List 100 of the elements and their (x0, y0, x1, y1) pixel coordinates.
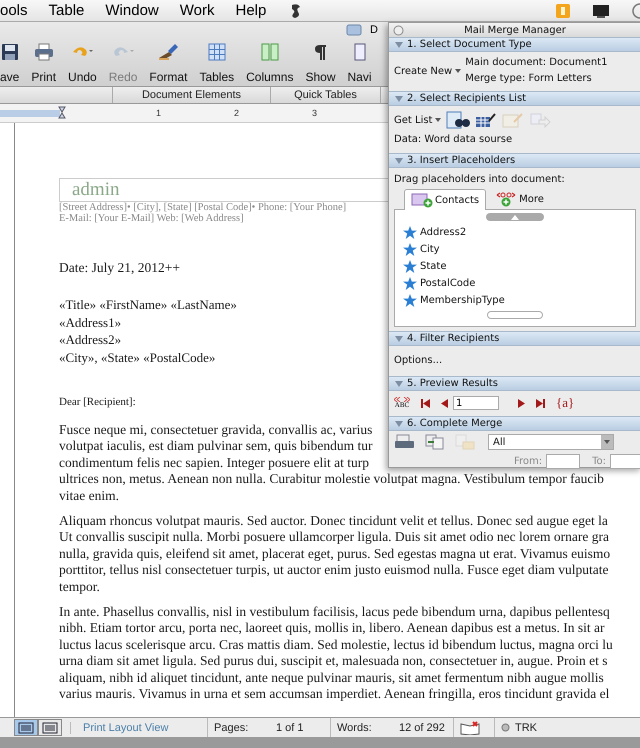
view-button[interactable] (38, 719, 62, 736)
merge-range-dropdown[interactable]: All (488, 434, 614, 450)
edit-sheet-icon (502, 112, 524, 128)
close-icon[interactable] (393, 24, 404, 36)
body-text-line: nibh. Etiam tortor arcu, porta nec, laoreet quis, mollis in, libero. Aenean dapibus est a metus. In sit ar (59, 620, 604, 637)
section-header[interactable]: 2. Select Recipients List (389, 91, 640, 106)
body-text-line: aliquam, nibh id aliquet tincidunt, ante neque pulvinar mauris, sit amet fermentum nibh augue mollis (59, 670, 604, 686)
body-text-line: volutpat iaculis, est diam pulvinar sem, quis bibendum tur (59, 438, 372, 455)
merge-field-plus-icon (495, 192, 518, 207)
view-button[interactable] (14, 719, 38, 736)
spelling-book-icon[interactable] (460, 720, 480, 734)
star-icon (403, 243, 417, 256)
options-button[interactable]: Options... (394, 349, 442, 372)
body-text-line: luctus lacus scelerisque arcu. Cras mattis diam. Sed molestie, lectus id bibendum luctus, magna orci lu (59, 636, 613, 654)
menu-item[interactable]: Help (235, 2, 266, 19)
placeholder-tab[interactable]: More (488, 189, 551, 209)
last-record-icon[interactable] (536, 398, 545, 408)
contacts-card-icon (411, 192, 433, 208)
toolbar-button[interactable]: ave (0, 42, 24, 84)
sidebar-icon (354, 43, 366, 61)
body-text-line: urna diam sit amet ligula. Sed purus dui, suscipit et, malesuada non, consectetuer in, augue. Proin et s (59, 653, 608, 670)
indent-marker-icon[interactable] (58, 106, 66, 120)
layout-icon (18, 722, 34, 734)
date-line: Date: July 21, 2012++ (59, 260, 180, 276)
star-icon (403, 260, 417, 273)
create-new-button[interactable]: Create New (394, 66, 462, 76)
toolbar-button[interactable]: Print (26, 42, 62, 84)
binoculars-icon (446, 111, 470, 129)
main-document-text: Main document: Document1 (465, 56, 608, 70)
section-header[interactable]: 6. Complete Merge (389, 416, 640, 431)
body-text-line: varius mauris. Vivamus in urna et sem accumsan imperdiet. Aenean fringilla, eros tincidunt gravida el (59, 686, 610, 702)
ribbon-tab[interactable]: Document Elements (113, 87, 271, 103)
toolbar-button[interactable]: Columns (241, 42, 298, 84)
letterhead-address: E-Mail: [Your E-Mail] Web: [Web Address] (59, 213, 244, 224)
monitor-icon[interactable] (592, 2, 610, 18)
to-field[interactable] (610, 454, 640, 469)
toolbar-button[interactable]: Format (144, 42, 192, 84)
chevrons-icon (394, 397, 410, 402)
placeholder-item[interactable]: City (403, 241, 635, 258)
toolbar-button[interactable]: Navi (342, 42, 377, 84)
clock-icon[interactable] (631, 2, 640, 18)
menu-item[interactable]: Work (180, 2, 214, 19)
next-record-icon[interactable] (518, 398, 525, 408)
dropdown-arrow-icon (604, 440, 610, 444)
merge-field-line: «City», «State» «PostalCode» (59, 348, 216, 366)
placeholder-item[interactable]: MembershipType (403, 292, 635, 309)
star-icon (403, 277, 417, 290)
previous-record-icon[interactable] (441, 398, 448, 408)
placeholder-item[interactable]: State (403, 258, 635, 275)
view-name: Print Layout View (70, 722, 207, 734)
record-number-field[interactable]: 1 (453, 396, 499, 410)
body-text-line: Fusce neque mi, consectetuer gravida, convallis ac, varius (59, 422, 372, 438)
up-arrow-icon (511, 214, 519, 220)
columns-icon (260, 43, 279, 61)
toolbar-button[interactable]: Tables (194, 42, 240, 84)
ruler-number: 2 (234, 108, 240, 118)
ruler-number: 3 (312, 108, 318, 118)
menu-item[interactable]: Table (48, 2, 84, 19)
body-text-line: tempor. (59, 578, 100, 596)
letterhead-address: [Street Address]• [City], [State] [Postal Code]• Phone: [Your Phone] (59, 202, 346, 213)
section-header[interactable]: 3. Insert Placeholders (389, 153, 640, 168)
recipient-tool-button[interactable] (446, 111, 470, 129)
body-text-line: ultrices non, metus. Aenean non nulla. Curabitur molestie volutpat magna. Vestibulum tempor faucib (59, 471, 604, 488)
documents-arrow-icon (424, 434, 446, 450)
placeholder-tab[interactable]: Contacts (404, 189, 486, 210)
placeholder-item[interactable]: PostalCode (403, 275, 635, 292)
layout-icon (42, 722, 58, 734)
toolbar-button[interactable]: Show (300, 42, 341, 84)
from-label: From: (514, 456, 542, 467)
disclosure-triangle-icon (395, 380, 403, 388)
body-text-line: condimentum felis nec sapien. Integer posuere elit at turp (59, 454, 370, 472)
first-record-icon[interactable] (421, 398, 430, 408)
data-source-text: Data: Word data sourse (394, 133, 514, 147)
dot-icon (501, 723, 510, 732)
ribbon-tab[interactable]: Quick Tables (271, 87, 381, 103)
disclosure-triangle-icon (395, 40, 403, 48)
menu-item[interactable]: Window (105, 2, 159, 19)
printer-stack-icon (394, 434, 416, 450)
window-title: D (370, 24, 378, 36)
to-label: To: (592, 456, 606, 467)
merge-output-button[interactable] (424, 434, 446, 450)
merge-output-button[interactable] (394, 434, 416, 450)
placeholder-item[interactable]: Address2 (403, 224, 635, 241)
table-edit-icon (475, 112, 498, 128)
word-count: 12 of 292 (398, 720, 446, 736)
menu-item[interactable]: ools (0, 2, 28, 19)
section-header[interactable]: 1. Select Document Type (389, 37, 640, 52)
document-icon (346, 24, 362, 36)
toolbar-button[interactable]: Undo (63, 42, 102, 84)
recipient-tool-button[interactable] (475, 112, 498, 128)
get-list-button[interactable]: Get List (394, 114, 442, 126)
star-icon (403, 226, 417, 239)
from-field[interactable] (546, 454, 580, 469)
star-icon (403, 294, 417, 307)
view-fields-button[interactable]: {a} (556, 395, 574, 411)
body-text-line: In ante. Phasellus convallis, nisl in vestibulum facilisis, lacus pede bibendum urna, dapibus pellentesq (59, 604, 610, 620)
disclosure-triangle-icon (395, 420, 403, 428)
section-header[interactable]: 4. Filter Recipients (389, 331, 640, 346)
section-header[interactable]: 5. Preview Results (389, 376, 640, 391)
body-text-line: vitae enim. (59, 488, 119, 504)
